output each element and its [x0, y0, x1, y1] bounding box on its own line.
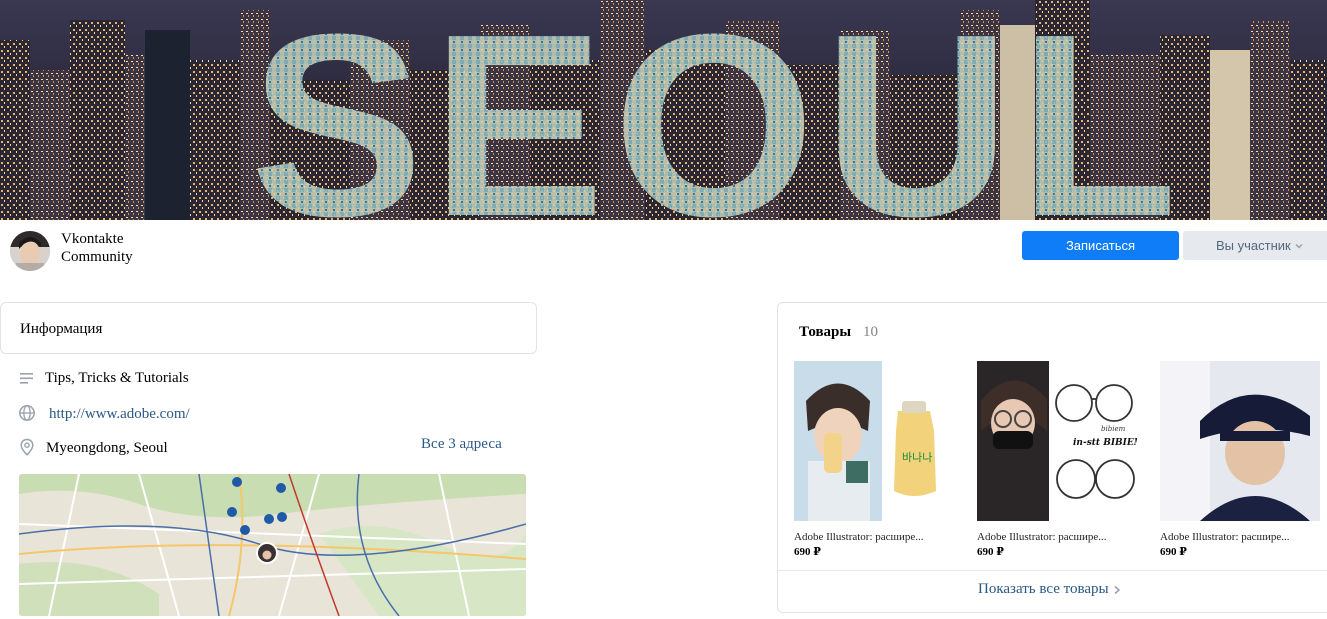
cover-text: SEOUL — [250, 0, 1186, 220]
member-dropdown-button[interactable]: Вы участник — [1183, 231, 1327, 260]
info-title: Информация — [20, 321, 103, 337]
city-skyline: SEOUL — [0, 0, 1327, 220]
product-thumbnail[interactable] — [1160, 361, 1320, 521]
info-address-row: Myeongdong, Seoul — [18, 436, 168, 457]
product-price: 690 ₽ — [977, 546, 1004, 558]
info-header-card: Информация — [0, 302, 537, 354]
product-caption: bibiem — [1101, 425, 1126, 433]
lines-icon — [20, 373, 33, 384]
product-price: 690 ₽ — [794, 546, 821, 558]
chevron-right-icon — [1114, 585, 1120, 594]
group-name[interactable]: Vkontakte Community — [61, 230, 261, 266]
product-card[interactable]: 바나나 Adobe Illustrator: расшире... 690 ₽ — [794, 361, 954, 558]
product-image — [1160, 361, 1320, 521]
globe-icon — [19, 404, 35, 421]
group-name-line-2: Community — [61, 249, 133, 265]
product-image: 바나나 — [794, 361, 954, 521]
goods-title[interactable]: Товары — [799, 324, 851, 341]
group-avatar[interactable] — [10, 231, 50, 271]
avatar-photo — [10, 231, 50, 271]
info-description-row: Tips, Tricks & Tutorials — [18, 369, 189, 387]
product-caption: in-stt BIBIEM — [1073, 438, 1137, 448]
product-card[interactable]: bibiem in-stt BIBIEM Adobe Illustrator: … — [977, 361, 1137, 558]
product-name[interactable]: Adobe Illustrator: расшире... — [1160, 531, 1305, 543]
group-name-line-1: Vkontakte — [61, 231, 124, 247]
product-thumbnail[interactable]: 바나나 — [794, 361, 954, 521]
divider — [778, 570, 1327, 571]
website-link[interactable]: http://www.adobe.com/ — [49, 406, 190, 423]
info-website-row: http://www.adobe.com/ — [18, 402, 190, 423]
show-all-label: Показать все товары — [978, 581, 1109, 597]
product-image: bibiem in-stt BIBIEM — [977, 361, 1137, 521]
location-pin-icon — [20, 438, 34, 456]
map-graphic — [19, 474, 526, 616]
goods-card: Товары 10 바나나 Adobe Illustrator: расшире… — [777, 302, 1327, 613]
show-all-goods-link[interactable]: Показать все товары — [978, 581, 1121, 598]
chevron-down-icon — [1295, 243, 1303, 249]
cover-image: SEOUL — [0, 0, 1327, 220]
join-button[interactable]: Записаться — [1022, 231, 1179, 260]
address-map[interactable] — [19, 474, 526, 616]
info-description: Tips, Tricks & Tutorials — [45, 369, 189, 386]
member-button-label: Вы участник — [1216, 238, 1291, 253]
product-price: 690 ₽ — [1160, 546, 1187, 558]
milk-label: 바나나 — [902, 451, 932, 464]
product-card[interactable]: Adobe Illustrator: расшире... 690 ₽ — [1160, 361, 1320, 558]
goods-count: 10 — [863, 324, 878, 340]
product-name[interactable]: Adobe Illustrator: расшире... — [794, 531, 939, 543]
product-name[interactable]: Adobe Illustrator: расшире... — [977, 531, 1122, 543]
all-addresses-link[interactable]: Все 3 адреса — [421, 436, 502, 453]
product-thumbnail[interactable]: bibiem in-stt BIBIEM — [977, 361, 1137, 521]
info-address: Myeongdong, Seoul — [46, 440, 168, 456]
